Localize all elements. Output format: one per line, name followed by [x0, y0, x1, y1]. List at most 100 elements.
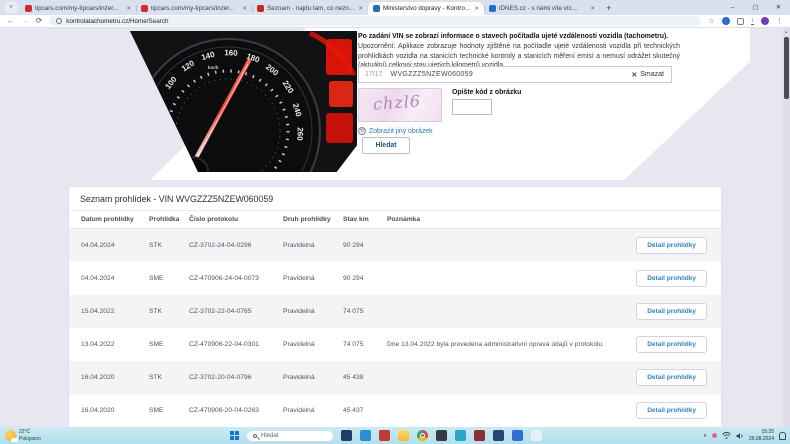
table-row: 16.04.2020 STK CZ-3702-20-04-0796 Pravideln…: [69, 361, 721, 394]
cell-note: [383, 394, 625, 427]
address-bar[interactable]: kontrolatachometru.cz/Home/Search: [49, 16, 702, 26]
bookmark-star-icon[interactable]: ☆: [708, 17, 714, 25]
tab-title: tipcars.com/my-tipcars/inzer...: [151, 5, 235, 12]
weather-widget[interactable]: 22°C Polojasno: [0, 429, 41, 442]
system-tray: ∧ 15:25 26.08.2024: [703, 429, 786, 442]
weather-desc: Polojasno: [19, 435, 41, 442]
cell-station: SME: [149, 407, 164, 414]
detail-prohlidky-button[interactable]: Detail prohlídky: [636, 402, 707, 419]
page-scrollbar[interactable]: ▲: [783, 28, 790, 427]
cell-action: Detail prohlídky: [625, 328, 721, 361]
wifi-icon[interactable]: [722, 432, 731, 439]
cell-protocol: CZ-470906-22-04-0301: [189, 341, 259, 348]
taskbar-app-chrome-icon[interactable]: [417, 430, 428, 441]
cell-km: 90 294: [343, 275, 364, 282]
taskbar-app-blue-app-icon[interactable]: [512, 430, 523, 441]
extension-icon[interactable]: [721, 17, 730, 25]
refresh-captcha-link[interactable]: ⟲ Zobrazit jiný obrázek: [358, 127, 433, 135]
taskbar-app-navy-app-icon[interactable]: [341, 430, 352, 441]
browser-tab-2[interactable]: tipcars.com/my-tipcars/inzer... ✕: [136, 2, 252, 15]
detail-prohlidky-button[interactable]: Detail prohlídky: [636, 237, 707, 254]
taskbar-app-edge-icon[interactable]: [360, 430, 371, 441]
detail-prohlidky-button[interactable]: Detail prohlídky: [636, 303, 707, 320]
downloads-icon[interactable]: ↓: [750, 17, 754, 25]
forward-icon[interactable]: →: [22, 17, 30, 25]
tab-close-icon[interactable]: ✕: [590, 6, 595, 12]
browser-tab-5[interactable]: iDNES.cz - s námi víte víc... ✕: [484, 2, 600, 15]
taskbar-app-file-explorer-icon[interactable]: [398, 430, 409, 441]
table-row: 04.04.2024 STK CZ-3702-24-04-0296 Pravideln…: [69, 228, 721, 262]
new-tab-button[interactable]: +: [606, 3, 611, 13]
cell-kind: Pravidelná: [283, 275, 315, 282]
taskbar-app-dark-app-icon[interactable]: [436, 430, 447, 441]
taskbar-app-red-app-icon[interactable]: [379, 430, 390, 441]
scrollbar-up-icon[interactable]: ▲: [784, 29, 788, 34]
tab-close-icon[interactable]: ✕: [242, 6, 247, 12]
detail-prohlidky-button[interactable]: Detail prohlídky: [636, 270, 707, 287]
taskbar-app-grid-app-icon[interactable]: [493, 430, 504, 441]
minimize-button[interactable]: –: [721, 0, 744, 14]
cell-km: 90 294: [343, 242, 364, 249]
close-button[interactable]: ✕: [767, 0, 790, 14]
table-row: 04.04.2024 SME CZ-470906-24-04-0073 Pravide…: [69, 262, 721, 295]
cell-note: [383, 361, 625, 394]
browser-tab-1[interactable]: tipcars.com/my-tipcars/inzer... ✕: [20, 2, 136, 15]
refresh-icon: ⟲: [358, 127, 366, 135]
extensions-puzzle-icon[interactable]: [736, 17, 744, 25]
detail-prohlidky-button[interactable]: Detail prohlídky: [636, 336, 707, 353]
cell-kind: Pravidelná: [283, 308, 315, 315]
cell-note: [383, 295, 625, 328]
browser-menu-icon[interactable]: ⋮: [776, 17, 783, 25]
maximize-button[interactable]: ▢: [744, 0, 767, 14]
taskbar-app-teal-app-icon[interactable]: [455, 430, 466, 441]
vin-char-counter: 17/17: [365, 71, 383, 78]
browser-tab-3[interactable]: Seznam - najdu tam, co nezn... ✕: [252, 2, 368, 15]
speedometer-number: 60: [151, 123, 161, 133]
taskbar-search[interactable]: Hledat: [246, 429, 334, 442]
start-button[interactable]: [230, 431, 239, 440]
vin-input[interactable]: 17/17 WVGZZZ5NZEW060059 ✕ Smazat: [358, 66, 672, 83]
notification-bell-icon[interactable]: [779, 431, 786, 440]
cell-date: 15.04.2022: [81, 308, 115, 315]
speedometer-unit-label: km/h: [208, 65, 219, 70]
volume-icon[interactable]: [736, 432, 744, 440]
speedometer-number: 260: [295, 126, 305, 141]
cell-station: SME: [149, 275, 164, 282]
col-stav-km: Stav km: [339, 211, 383, 229]
tab-favicon: [373, 5, 380, 12]
reload-icon[interactable]: ⟳: [36, 17, 42, 25]
tab-close-icon[interactable]: ✕: [474, 6, 479, 12]
taskbar-app-maroon-app-icon[interactable]: [474, 430, 485, 441]
hledat-button[interactable]: Hledat: [362, 137, 410, 154]
clock[interactable]: 15:25 26.08.2024: [749, 429, 774, 442]
browser-tab-4[interactable]: Ministerstvo dopravy - Kontro... ✕: [368, 2, 484, 15]
tray-chevron-icon[interactable]: ∧: [703, 433, 707, 439]
cell-protocol: CZ-3702-24-04-0296: [189, 242, 252, 249]
site-info-icon[interactable]: [56, 18, 63, 24]
cell-kind: Pravidelná: [283, 341, 315, 348]
speedometer-number: 160: [223, 48, 238, 58]
tray-app-icon[interactable]: [711, 433, 717, 438]
cell-km: 74 075: [343, 341, 364, 348]
cell-protocol: CZ-3702-20-04-0796: [189, 374, 252, 381]
desktop: ˅ tipcars.com/my-tipcars/inzer... ✕ tipcar…: [0, 0, 790, 444]
browser-tab-strip: ˅ tipcars.com/my-tipcars/inzer... ✕ tipcar…: [0, 0, 790, 15]
scrollbar-thumb[interactable]: [784, 37, 789, 99]
table-row: 15.04.2022 STK CZ-3702-22-04-0765 Pravideln…: [69, 295, 721, 328]
captcha-input[interactable]: [452, 99, 492, 115]
cell-protocol: CZ-470906-20-04-0263: [189, 407, 259, 414]
detail-prohlidky-button[interactable]: Detail prohlídky: [636, 369, 707, 386]
captcha-label: Opište kód z obrázku: [452, 89, 522, 96]
tab-close-icon[interactable]: ✕: [358, 6, 363, 12]
smazat-button[interactable]: ✕ Smazat: [631, 71, 671, 79]
profile-avatar[interactable]: [761, 17, 769, 25]
table-row: 13.04.2022 SME CZ-470906-22-04-0301 Pravide…: [69, 328, 721, 361]
clock-date: 26.08.2024: [748, 435, 774, 442]
cell-km: 45 438: [343, 374, 364, 381]
tab-close-icon[interactable]: ✕: [126, 6, 131, 12]
col-poznamka: Poznámka: [383, 211, 625, 229]
taskbar-app-light-app-icon[interactable]: [531, 430, 542, 441]
back-icon[interactable]: ←: [7, 17, 15, 25]
cell-kind: Pravidelná: [283, 242, 315, 249]
tab-search-icon[interactable]: ˅: [4, 1, 18, 14]
